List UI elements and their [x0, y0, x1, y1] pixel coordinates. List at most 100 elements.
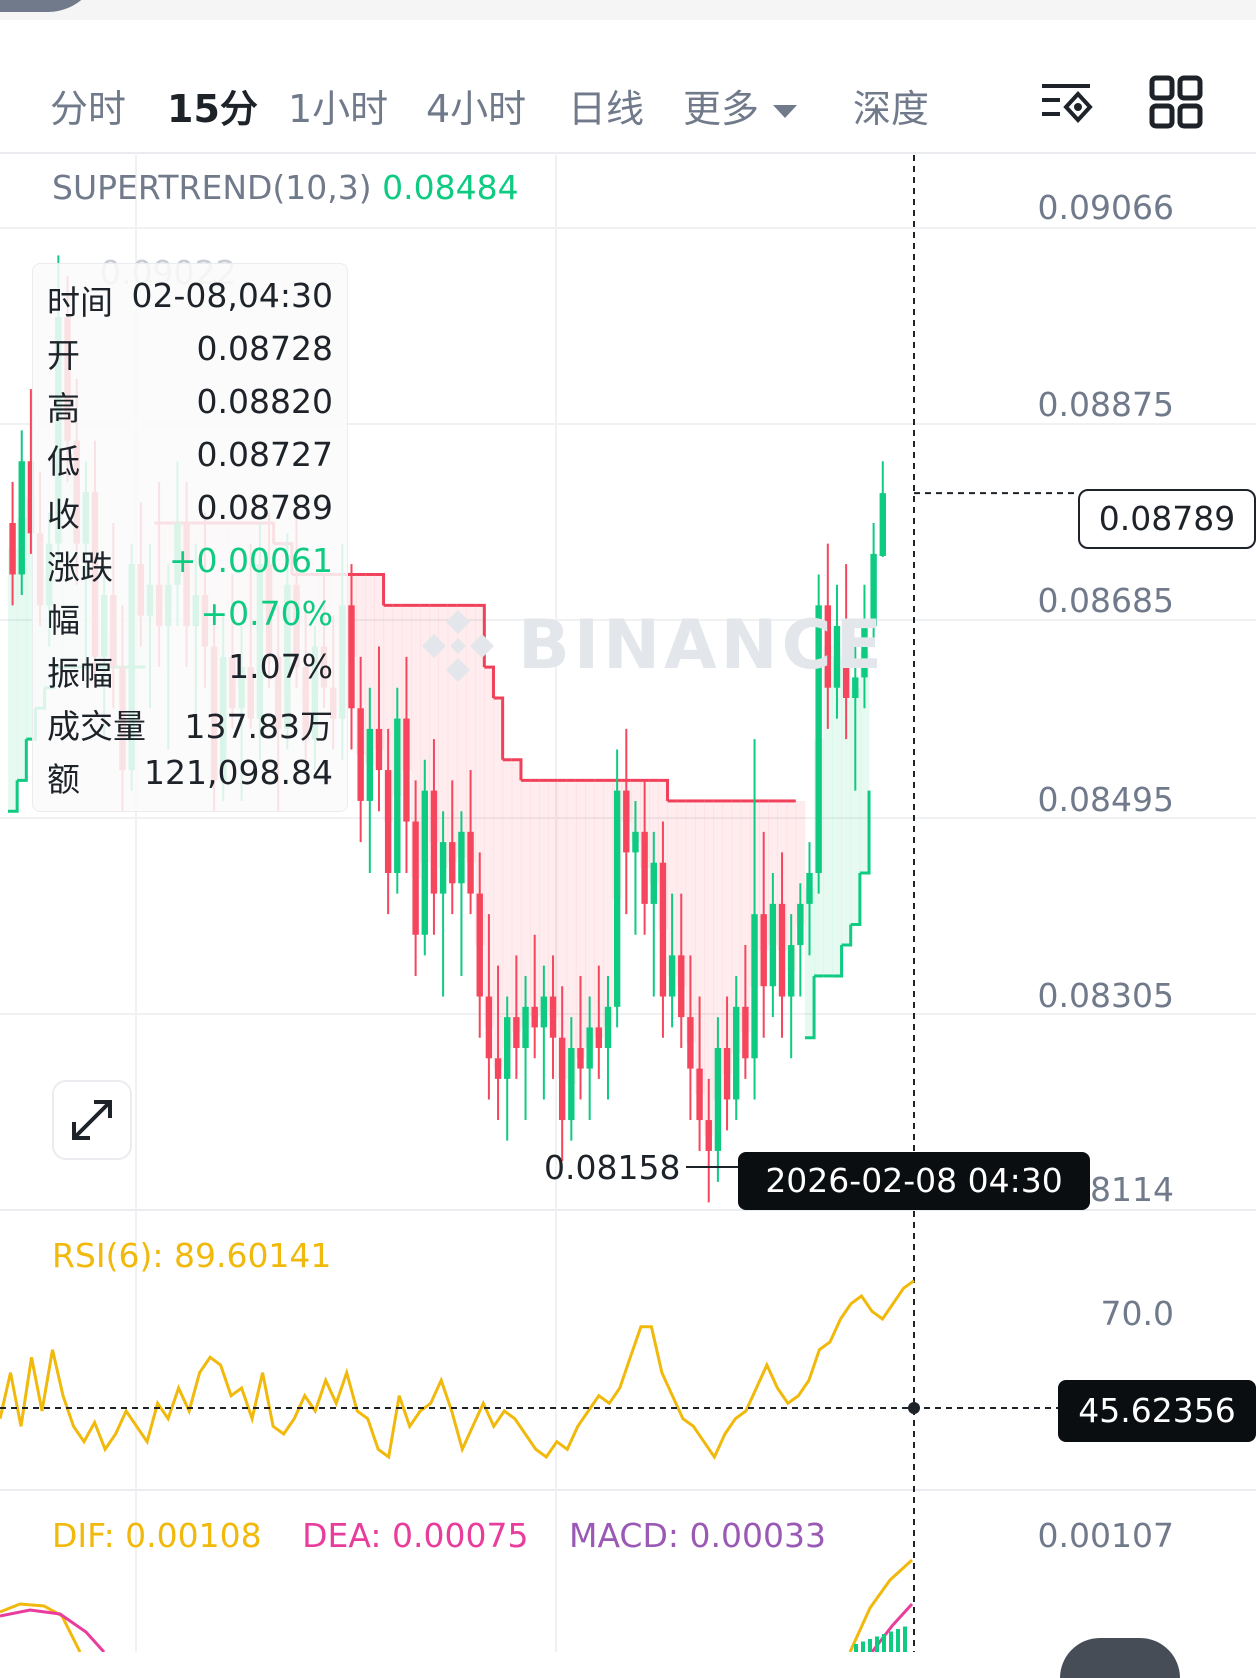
candle-body — [595, 1027, 603, 1048]
info-value: 0.08820 — [196, 382, 333, 421]
price-axis-label: 0.08685 — [1037, 581, 1174, 620]
macd-axis-label: 0.00107 — [1037, 1516, 1174, 1555]
macd-histogram-bar — [861, 1641, 865, 1652]
supertrend-value: 0.08484 — [382, 168, 519, 207]
crosshair-time-tag: 2026-02-08 04:30 — [738, 1152, 1090, 1210]
candle-body — [705, 1120, 712, 1151]
info-row-change-pct: 幅 +0.70% — [47, 586, 333, 640]
candle-body — [751, 914, 758, 1059]
candle-body — [357, 708, 364, 801]
info-row-change: 涨跌 +0.00061 — [47, 533, 333, 587]
candle-body — [513, 1017, 520, 1048]
candle-body — [568, 1048, 575, 1121]
supertrend-legend: SUPERTREND(10,3) 0.08484 — [52, 168, 519, 207]
info-row-turnover: 额 121,098.84 — [47, 745, 333, 799]
info-value: 0.08727 — [196, 435, 333, 474]
info-value: 0.08789 — [196, 488, 333, 527]
info-value: 1.07% — [228, 647, 333, 686]
candle-body — [449, 842, 456, 884]
candle-body — [806, 873, 813, 904]
candle-body — [403, 718, 410, 822]
info-key: 收 — [47, 495, 80, 534]
rsi-crosshair-tag: 45.62356 — [1058, 1380, 1256, 1442]
current-price-tag: 0.08789 — [1078, 489, 1256, 549]
candle-body — [641, 831, 648, 904]
candle-body — [522, 1006, 529, 1048]
info-value: 0.08728 — [196, 329, 333, 368]
candle-body — [696, 1068, 703, 1121]
candle-body — [504, 1017, 511, 1079]
rsi-crosshair-dot — [908, 1402, 920, 1414]
price-axis-label: 0.08875 — [1037, 385, 1174, 424]
rsi-legend: RSI(6): 89.60141 — [52, 1236, 332, 1275]
macd-value: MACD: 0.00033 — [568, 1516, 826, 1555]
expand-icon — [72, 1100, 112, 1140]
candle-body — [384, 770, 392, 873]
candle-body — [879, 493, 886, 556]
ohlc-info-panel: 时间 02-08,04:30 开 0.08728 高 0.08820 低 0.08727… — [32, 263, 348, 812]
rsi-line — [0, 1279, 915, 1461]
candle-body — [412, 821, 419, 935]
macd-dea-line — [0, 1608, 106, 1652]
macd-histogram-bar — [896, 1629, 900, 1652]
candle-body — [623, 790, 630, 853]
supertrend-name: SUPERTREND(10,3) — [52, 168, 372, 207]
macd-histogram-bar — [868, 1639, 872, 1652]
info-value: 137.83万 — [184, 707, 333, 746]
candle-body — [742, 1006, 749, 1059]
info-key: 低 — [47, 442, 80, 481]
price-axis-label: 0.08495 — [1037, 780, 1174, 819]
candle-body — [678, 955, 685, 1018]
candle-body — [540, 996, 548, 1028]
candle-body — [558, 1037, 566, 1121]
candle-body — [467, 831, 474, 894]
candle-body — [632, 831, 639, 853]
candle-body — [485, 996, 493, 1059]
low-marker-label: 0.08158 — [544, 1148, 681, 1187]
candle-body — [769, 903, 777, 987]
bottom-nav-shape — [1060, 1638, 1180, 1678]
binance-logo-icon — [422, 610, 494, 682]
info-key: 幅 — [47, 601, 80, 640]
watermark-text: BINANCE — [518, 606, 886, 685]
candle-body — [659, 862, 667, 997]
candle-body — [458, 831, 465, 884]
price-axis-label: 0.09066 — [1037, 188, 1174, 227]
candle-body — [613, 790, 621, 1007]
candle-body — [723, 1048, 731, 1100]
candle-body — [733, 1006, 740, 1100]
info-row-amplitude: 振幅 1.07% — [47, 639, 333, 693]
price-axis-label: 0.08305 — [1037, 976, 1174, 1015]
candle-body — [604, 1006, 612, 1048]
macd-dif: DIF: 0.00108 — [52, 1516, 262, 1555]
info-key: 额 — [47, 760, 80, 799]
candle-body — [375, 728, 383, 771]
candle-body — [18, 461, 25, 575]
info-row-close: 收 0.08789 — [47, 480, 333, 534]
macd-histogram-bar — [875, 1636, 879, 1652]
info-value: 02-08,04:30 — [131, 276, 333, 315]
candle-body — [687, 1017, 694, 1069]
candle-body — [476, 893, 483, 997]
macd-dea: DEA: 0.00075 — [302, 1516, 529, 1555]
candle-body — [366, 728, 374, 801]
candle-body — [549, 996, 557, 1038]
macd-histogram-bar — [903, 1626, 907, 1652]
macd-histogram-bar — [889, 1631, 893, 1652]
info-key: 高 — [47, 389, 80, 428]
rsi-axis-label: 70.0 — [1100, 1294, 1174, 1333]
candle-body — [9, 523, 16, 575]
info-key: 振幅 — [47, 654, 113, 693]
candle-body — [797, 903, 804, 946]
macd-histogram-bar — [882, 1634, 886, 1652]
info-row-volume: 成交量 137.83万 — [47, 692, 333, 746]
candle-body — [668, 955, 676, 997]
candle-body — [760, 914, 767, 987]
candle-body — [650, 862, 657, 904]
expand-chart-button[interactable] — [52, 1080, 132, 1160]
candle-body — [714, 1048, 722, 1151]
macd-histogram-bar — [854, 1644, 858, 1652]
candle-body — [439, 842, 447, 894]
candle-body — [787, 945, 795, 997]
info-value: +0.70% — [200, 594, 333, 633]
